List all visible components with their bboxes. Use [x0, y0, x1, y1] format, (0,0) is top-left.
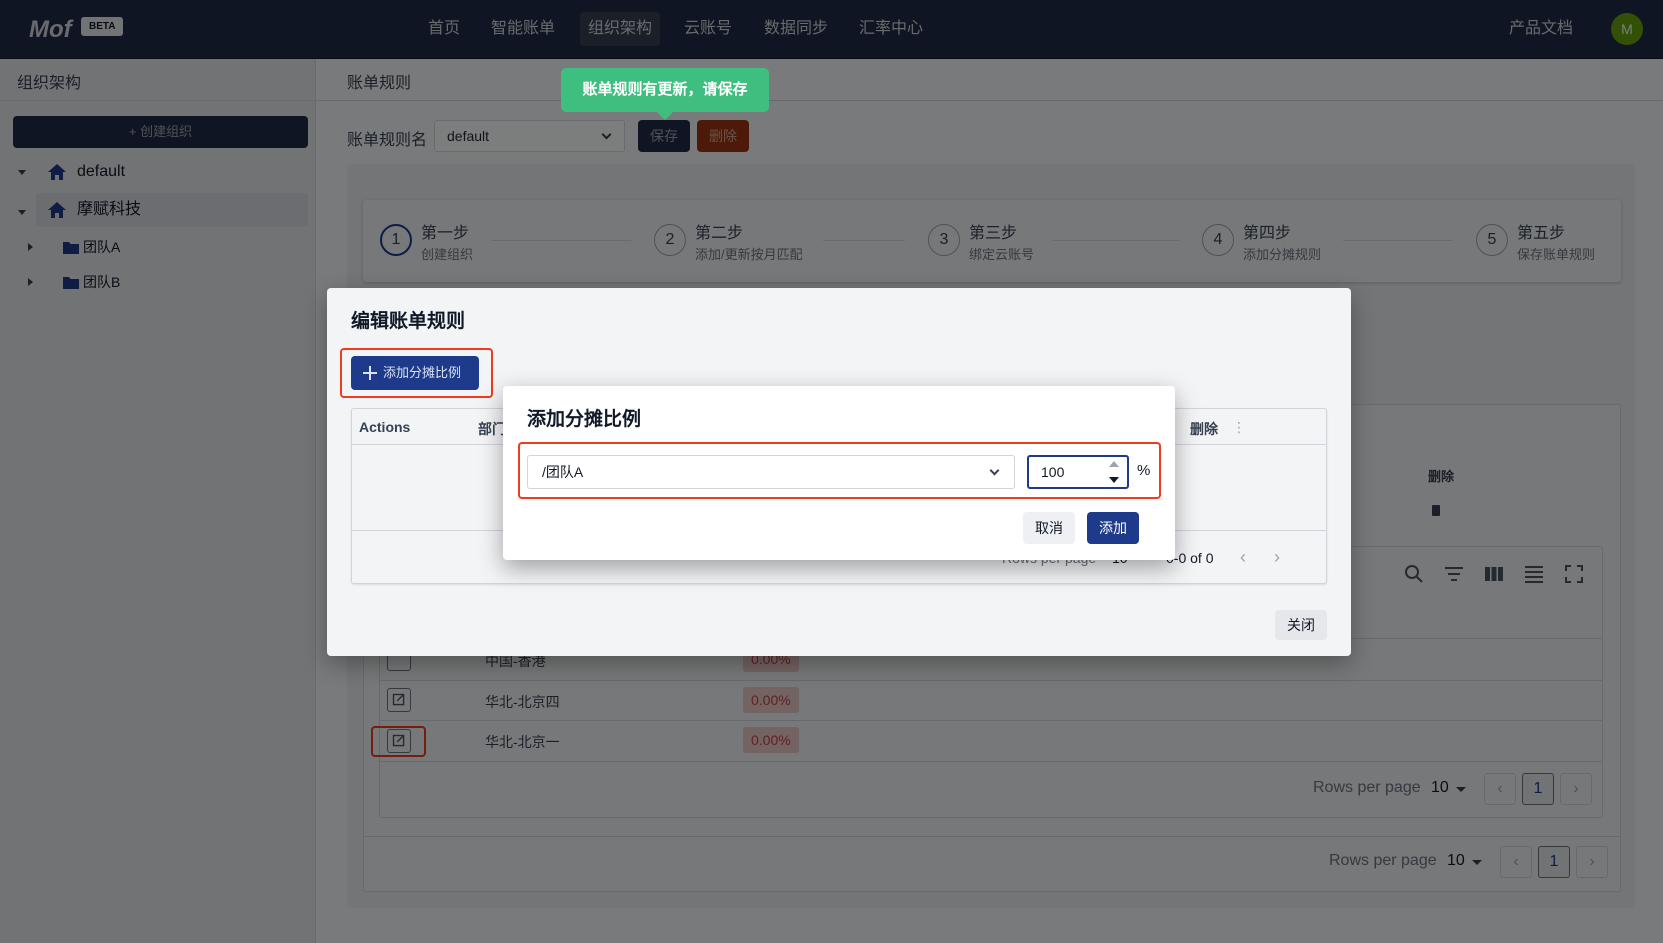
- add-button[interactable]: 添加: [1087, 512, 1139, 544]
- decrement-arrow-icon[interactable]: [1109, 477, 1119, 483]
- chevron-down-icon: [989, 465, 1000, 476]
- column-header-actions: Actions: [359, 419, 411, 435]
- increment-arrow-icon[interactable]: [1109, 461, 1119, 467]
- add-ratio-button[interactable]: 添加分摊比例: [351, 356, 479, 390]
- close-button[interactable]: 关闭: [1275, 610, 1327, 640]
- dialog-title: 添加分摊比例: [527, 409, 642, 430]
- prev-page-button[interactable]: ‹: [1240, 547, 1246, 568]
- next-page-button[interactable]: ›: [1274, 547, 1280, 568]
- cancel-button[interactable]: 取消: [1023, 512, 1075, 544]
- column-menu-icon[interactable]: ⋮: [1232, 419, 1246, 436]
- dialog-title: 编辑账单规则: [351, 311, 466, 332]
- plus-icon: [363, 366, 377, 380]
- team-select[interactable]: /团队A: [527, 455, 1015, 489]
- ratio-input[interactable]: 100: [1027, 455, 1129, 489]
- ratio-input-value: 100: [1041, 464, 1065, 480]
- percent-unit: %: [1137, 462, 1151, 479]
- tooltip-arrow: [657, 112, 673, 120]
- column-header-dept: 部门: [478, 421, 506, 437]
- add-ratio-label: 添加分摊比例: [383, 365, 462, 380]
- unsaved-changes-tooltip: 账单规则有更新，请保存: [561, 68, 769, 112]
- team-select-value: /团队A: [542, 464, 584, 480]
- column-header-delete: 删除: [1190, 421, 1218, 437]
- add-ratio-dialog: 添加分摊比例 /团队A 100 % 取消 添加: [503, 386, 1175, 560]
